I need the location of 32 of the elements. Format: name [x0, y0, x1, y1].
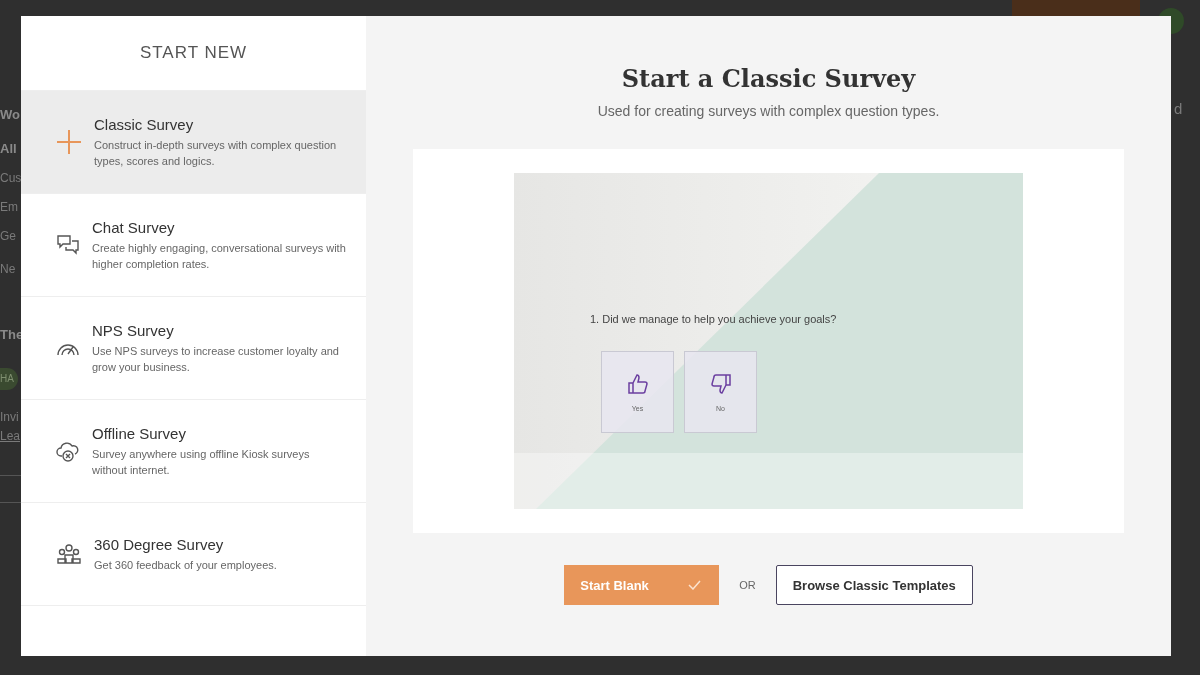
item-description: Survey anywhere using offline Kiosk surveys without internet. — [92, 446, 311, 478]
item-title: Chat Survey — [92, 218, 176, 236]
item-title: 360 Degree Survey — [94, 535, 225, 553]
item-title: Classic Survey — [94, 115, 195, 133]
item-title: NPS Survey — [92, 321, 175, 339]
page-text: Invi — [0, 410, 19, 424]
item-description: Use NPS surveys to increase customer loyalty and grow your business. — [92, 343, 340, 375]
browse-templates-button[interactable]: Browse Classic Templates — [775, 565, 973, 605]
page-text: Ne — [0, 262, 16, 276]
page-heading: All — [0, 142, 17, 156]
item-title: Offline Survey — [92, 424, 187, 442]
separator-text: OR — [739, 579, 756, 591]
item-description: Create highly engaging, conversational surveys with higher completion rates. — [92, 240, 346, 272]
dialog-subtitle: Used for creating surveys with complex question types. — [597, 103, 940, 119]
user-avatar: HA — [0, 368, 18, 390]
dialog-title: Start a Classic Survey — [621, 64, 916, 93]
plus-icon — [56, 129, 82, 155]
page-text: Ge — [0, 229, 16, 243]
page-text: Em — [0, 200, 18, 214]
cloud-x-icon — [56, 439, 80, 463]
survey-type-item[interactable]: Classic Survey Construct in-depth surveys with complex question types, scores and logics. — [21, 91, 366, 194]
item-description: Get 360 feedback of your employees. — [94, 557, 277, 573]
item-description: Construct in-depth surveys with complex question types, scores and logics. — [94, 137, 338, 169]
page-text: Cus — [0, 171, 22, 185]
checkmark-icon — [688, 580, 702, 590]
thumbs-down-icon — [709, 372, 732, 395]
chat-bubbles-icon — [56, 233, 80, 257]
people-icon — [57, 543, 81, 565]
page-heading: Wo — [0, 108, 20, 122]
thumbs-up-icon — [626, 372, 649, 395]
question-text: 1. Did we manage to help you achieve your goals? — [590, 313, 837, 325]
page-text: d — [1174, 102, 1183, 116]
